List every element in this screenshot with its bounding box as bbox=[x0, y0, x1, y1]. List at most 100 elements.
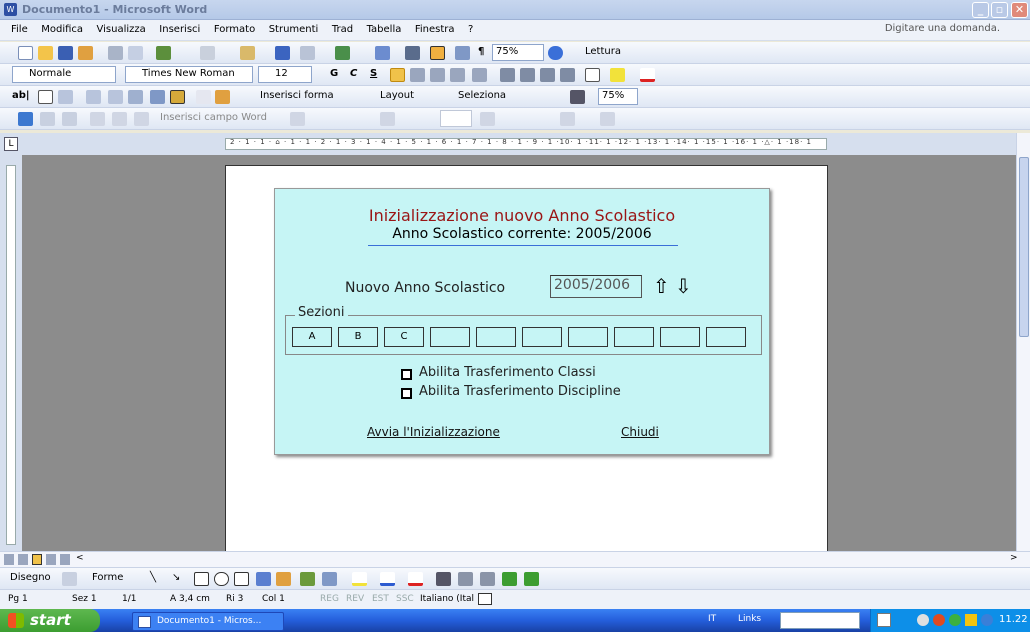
menu-modifica[interactable]: Modifica bbox=[36, 20, 88, 35]
section-box[interactable] bbox=[614, 327, 654, 347]
menu-trad[interactable]: Trad bbox=[327, 20, 358, 35]
table-control-icon[interactable] bbox=[86, 90, 101, 104]
numbering-icon[interactable] bbox=[500, 68, 515, 82]
start-initialization-link[interactable]: Avvia l'Inizializzazione bbox=[367, 425, 500, 439]
minimize-button[interactable]: _ bbox=[972, 2, 989, 18]
tab-selector[interactable]: L bbox=[4, 137, 18, 151]
language-indicator[interactable]: IT bbox=[708, 614, 716, 624]
tray-icon[interactable] bbox=[981, 614, 993, 626]
font-select[interactable]: Times New Roman bbox=[125, 66, 253, 83]
discipline-checkbox[interactable] bbox=[401, 388, 412, 399]
record-number-field[interactable] bbox=[440, 110, 472, 127]
arrow-down-icon[interactable]: ⇩ bbox=[675, 275, 692, 297]
status-language[interactable]: Italiano (Ital bbox=[420, 594, 474, 604]
table-icon[interactable] bbox=[375, 46, 390, 60]
line-color-icon[interactable] bbox=[380, 572, 395, 586]
shadow-icon[interactable] bbox=[502, 572, 517, 586]
open-icon[interactable] bbox=[38, 46, 53, 60]
vertical-scrollbar[interactable] bbox=[1016, 133, 1030, 551]
control-zoom-select[interactable]: 75% bbox=[598, 88, 638, 105]
diagram-icon[interactable] bbox=[276, 572, 291, 586]
close-button[interactable]: ✕ bbox=[1011, 2, 1028, 18]
arrow-style-icon[interactable] bbox=[480, 572, 495, 586]
shading-control-icon[interactable] bbox=[150, 90, 165, 104]
section-box[interactable]: C bbox=[384, 327, 424, 347]
font-color-icon[interactable] bbox=[640, 68, 655, 82]
taskbar-item-word[interactable]: Documento1 - Micros... bbox=[132, 612, 284, 631]
print-preview-icon[interactable] bbox=[128, 46, 143, 60]
horizontal-scrollbar[interactable]: < > bbox=[0, 551, 1030, 567]
status-ovr[interactable]: SSC bbox=[396, 594, 414, 604]
first-record-icon[interactable] bbox=[380, 112, 395, 126]
dash-style-icon[interactable] bbox=[458, 572, 473, 586]
font-size-select[interactable]: 12 bbox=[258, 66, 312, 83]
help-icon[interactable] bbox=[548, 46, 563, 60]
menu-finestra[interactable]: Finestra bbox=[410, 20, 460, 35]
section-box[interactable] bbox=[430, 327, 470, 347]
align-left-icon[interactable] bbox=[390, 68, 405, 82]
autoshapes-menu[interactable]: Forme bbox=[92, 572, 123, 583]
menu-strumenti[interactable]: Strumenti bbox=[264, 20, 324, 35]
insert-word-field-menu[interactable]: Inserisci campo Word bbox=[160, 112, 267, 123]
classi-checkbox[interactable] bbox=[401, 369, 412, 380]
menu-tabella[interactable]: Tabella bbox=[362, 20, 407, 35]
section-box[interactable] bbox=[660, 327, 700, 347]
reading-view-icon[interactable] bbox=[60, 554, 70, 565]
section-box[interactable] bbox=[522, 327, 562, 347]
cut-icon[interactable] bbox=[200, 46, 215, 60]
section-box[interactable] bbox=[476, 327, 516, 347]
combo-control-icon[interactable] bbox=[58, 90, 73, 104]
select-objects-icon[interactable] bbox=[62, 572, 77, 586]
close-link[interactable]: Chiudi bbox=[621, 425, 659, 439]
redo-icon[interactable] bbox=[300, 46, 315, 60]
section-box[interactable] bbox=[568, 327, 608, 347]
status-rec[interactable]: REG bbox=[320, 594, 339, 604]
clock[interactable]: 11.22 bbox=[999, 614, 1028, 625]
border-icon[interactable] bbox=[585, 68, 600, 82]
doc-map-icon[interactable] bbox=[455, 46, 470, 60]
decrease-indent-icon[interactable] bbox=[540, 68, 555, 82]
fill-color-icon[interactable] bbox=[352, 572, 367, 586]
print-icon[interactable] bbox=[108, 46, 123, 60]
draw-menu[interactable]: Disegno bbox=[10, 572, 51, 583]
justify-icon[interactable] bbox=[450, 68, 465, 82]
status-rev[interactable]: REV bbox=[346, 594, 364, 604]
start-button[interactable]: start bbox=[0, 609, 100, 632]
word-app-icon[interactable]: W bbox=[4, 3, 17, 16]
align-center-icon[interactable] bbox=[410, 68, 425, 82]
links-toolbar[interactable]: Links bbox=[738, 614, 761, 624]
line-style-icon[interactable] bbox=[436, 572, 451, 586]
line-icon[interactable]: ╲ bbox=[150, 572, 156, 583]
scroll-thumb[interactable] bbox=[1019, 157, 1029, 337]
style-select[interactable]: Normale bbox=[12, 66, 116, 83]
spelling-icon[interactable] bbox=[156, 46, 171, 60]
clipart-icon[interactable] bbox=[300, 572, 315, 586]
textbox-icon[interactable] bbox=[234, 572, 249, 586]
bold-button[interactable]: G bbox=[330, 68, 338, 79]
spelling-status-icon[interactable] bbox=[478, 593, 492, 605]
hyperlink-icon[interactable] bbox=[335, 46, 350, 60]
menu-visualizza[interactable]: Visualizza bbox=[92, 20, 151, 35]
next-record-icon[interactable] bbox=[480, 112, 495, 126]
scroll-left-icon[interactable]: < bbox=[76, 553, 84, 563]
3d-icon[interactable] bbox=[524, 572, 539, 586]
underline-button[interactable]: S bbox=[370, 68, 377, 79]
save-icon[interactable] bbox=[58, 46, 73, 60]
tray-icon[interactable] bbox=[933, 614, 945, 626]
frame-control-icon[interactable] bbox=[108, 90, 123, 104]
google-icon[interactable] bbox=[877, 613, 891, 627]
font-color-draw-icon[interactable] bbox=[408, 572, 423, 586]
greeting-icon[interactable] bbox=[112, 112, 127, 126]
main-document-icon[interactable] bbox=[18, 112, 33, 126]
tray-icon[interactable] bbox=[917, 614, 929, 626]
menu-file[interactable]: File bbox=[6, 20, 33, 35]
align-right-icon[interactable] bbox=[430, 68, 445, 82]
select-menu[interactable]: Seleziona bbox=[458, 90, 506, 101]
menu-help[interactable]: ? bbox=[463, 20, 478, 35]
warning-icon[interactable] bbox=[965, 614, 977, 626]
rectangle-icon[interactable] bbox=[194, 572, 209, 586]
increase-indent-icon[interactable] bbox=[560, 68, 575, 82]
permission-icon[interactable] bbox=[78, 46, 93, 60]
drawing-icon[interactable] bbox=[430, 46, 445, 60]
insert-shape-menu[interactable]: Inserisci forma bbox=[260, 90, 334, 101]
